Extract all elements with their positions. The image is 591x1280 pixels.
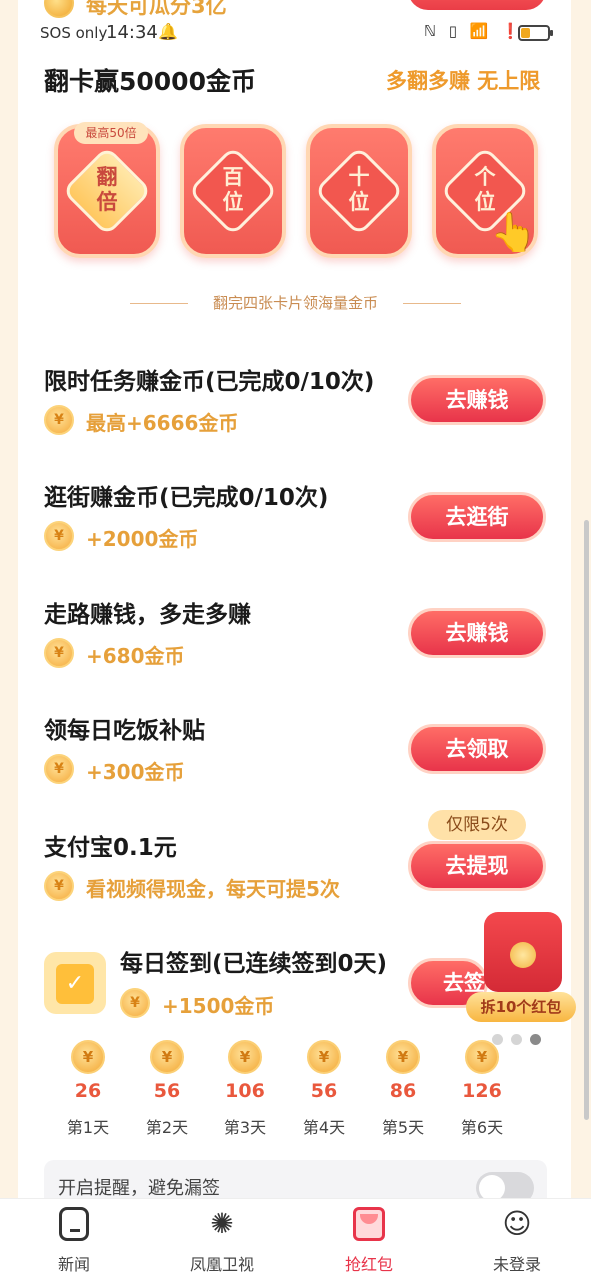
checkin-bag-icon: ✓ (44, 952, 106, 1014)
task-title: 领每日吃饭补贴 (44, 718, 205, 744)
day-label: 第3天 (223, 1118, 267, 1137)
user-avatar-icon: ☺ (502, 1207, 532, 1240)
coin-icon: ¥ (44, 405, 74, 435)
day-amount: 86 (389, 1080, 417, 1102)
limit-badge: 仅限5次 (428, 810, 526, 840)
flip-card-label-top: 个 (474, 165, 496, 189)
nav-item-red-envelope[interactable]: 抢红包 (309, 1207, 429, 1275)
streak-day: ¥ 86 第5天 (373, 1040, 433, 1138)
status-icons: ℕ ▯ 📶 ❗ (424, 22, 524, 40)
scrollbar[interactable] (584, 520, 589, 1120)
task-reward: 最高+6666金币 (86, 411, 239, 435)
task-reward: +2000金币 (86, 527, 199, 551)
coin-icon: ¥ (44, 521, 74, 551)
task-reward: +680金币 (86, 644, 185, 668)
status-bar: SOS only 14:34 🔔 ℕ ▯ 📶 ❗ (0, 18, 591, 50)
coin-icon: ¥ (44, 871, 74, 901)
coin-icon: ¥ (120, 988, 150, 1018)
nav-item-phoenix-tv[interactable]: ✺ 凤凰卫视 (162, 1207, 282, 1275)
day-amount: 56 (310, 1080, 338, 1102)
notification-bell-icon: 🔔 (158, 22, 178, 41)
nav-label: 未登录 (492, 1255, 541, 1274)
day-amount: 56 (153, 1080, 181, 1102)
streak-day: ¥ 126 第6天 (452, 1040, 512, 1138)
pointing-hand-icon: 👆 (490, 210, 538, 254)
day-label: 第4天 (302, 1118, 346, 1137)
max-multiplier-badge: 最高50倍 (74, 122, 148, 144)
day-label: 第2天 (145, 1118, 189, 1137)
flip-slogan: 多翻多赚 无上限 (386, 69, 541, 93)
news-icon (59, 1207, 89, 1241)
task-reward: 看视频得现金，每天可提5次 (86, 877, 340, 901)
checkin-title: 每日签到(已连续签到0天) (120, 951, 388, 977)
reminder-text: 开启提醒，避免漏签 (58, 1178, 220, 1199)
coin-icon: ¥ (44, 754, 74, 784)
peek-button[interactable] (408, 0, 546, 10)
day-label: 第6天 (460, 1118, 504, 1137)
streak-day: ¥ 56 第2天 (137, 1040, 197, 1138)
day-amount: 26 (74, 1080, 102, 1102)
flip-note: 翻完四张卡片领海量金币 (212, 294, 378, 312)
bottom-nav: 新闻 ✺ 凤凰卫视 抢红包 ☺ 未登录 (0, 1198, 591, 1280)
coin-icon: ¥ (71, 1040, 105, 1074)
coin-icon: ¥ (150, 1040, 184, 1074)
nav-item-profile[interactable]: ☺ 未登录 (457, 1207, 577, 1275)
task-title: 支付宝0.1元 (44, 835, 177, 861)
day-label: 第1天 (66, 1118, 110, 1137)
carrier-label: SOS only (40, 24, 108, 42)
day-amount: 126 (462, 1080, 502, 1102)
page: 每天可瓜分3亿 SOS only 14:34 🔔 ℕ ▯ 📶 ❗ 翻卡赢5000… (0, 0, 591, 1280)
flip-card-label-top: 十 (348, 165, 370, 189)
task-reward: +300金币 (86, 760, 185, 784)
streak-day: ¥ 106 第3天 (215, 1040, 275, 1138)
battery-icon (518, 25, 553, 41)
flip-title: 翻卡赢50000金币 (44, 67, 256, 96)
flip-card-multiplier[interactable]: 翻 倍 最高50倍 (54, 122, 160, 258)
peek-text: 每天可瓜分3亿 (86, 0, 227, 18)
floating-red-envelope[interactable] (484, 912, 562, 992)
day-amount: 106 (225, 1080, 265, 1102)
flip-card-hundreds[interactable]: 百 位 (180, 124, 286, 258)
nav-item-news[interactable]: 新闻 (14, 1207, 134, 1275)
flip-card-label-bottom: 倍 (96, 190, 118, 214)
coin-icon (510, 942, 536, 968)
task-button-walk[interactable]: 去赚钱 (408, 608, 546, 658)
task-button-shop[interactable]: 去逛街 (408, 492, 546, 542)
flip-card-label-bottom: 位 (222, 190, 244, 214)
coin-icon: ¥ (307, 1040, 341, 1074)
task-button-earn[interactable]: 去赚钱 (408, 375, 546, 425)
coin-icon: ¥ (44, 638, 74, 668)
checkin-reward: +1500金币 (162, 994, 275, 1018)
nav-label: 新闻 (57, 1255, 90, 1274)
nav-label: 抢红包 (344, 1255, 393, 1274)
floating-envelope-label[interactable]: 拆10个红包 (466, 992, 576, 1022)
streak-day: ¥ 26 第1天 (58, 1040, 118, 1138)
phoenix-tv-icon: ✺ (210, 1207, 234, 1240)
flip-card-label-top: 翻 (96, 165, 118, 189)
divider-right (403, 303, 461, 304)
task-title: 走路赚钱，多走多赚 (44, 602, 251, 628)
flip-card-label-bottom: 位 (348, 190, 370, 214)
flip-card-label-top: 百 (222, 165, 244, 189)
clock: 14:34 (106, 22, 158, 43)
nav-label: 凤凰卫视 (189, 1255, 254, 1274)
flip-card-tens[interactable]: 十 位 (306, 124, 412, 258)
streak-day: ¥ 56 第4天 (294, 1040, 354, 1138)
coin-icon: ¥ (465, 1040, 499, 1074)
task-title: 限时任务赚金币(已完成0/10次) (44, 369, 375, 395)
coin-icon: ¥ (228, 1040, 262, 1074)
task-button-withdraw[interactable]: 去提现 (408, 841, 546, 891)
coin-icon: ¥ (386, 1040, 420, 1074)
day-label: 第5天 (381, 1118, 425, 1137)
red-envelope-icon (353, 1207, 385, 1241)
task-title: 逛街赚金币(已完成0/10次) (44, 485, 329, 511)
task-button-claim[interactable]: 去领取 (408, 724, 546, 774)
